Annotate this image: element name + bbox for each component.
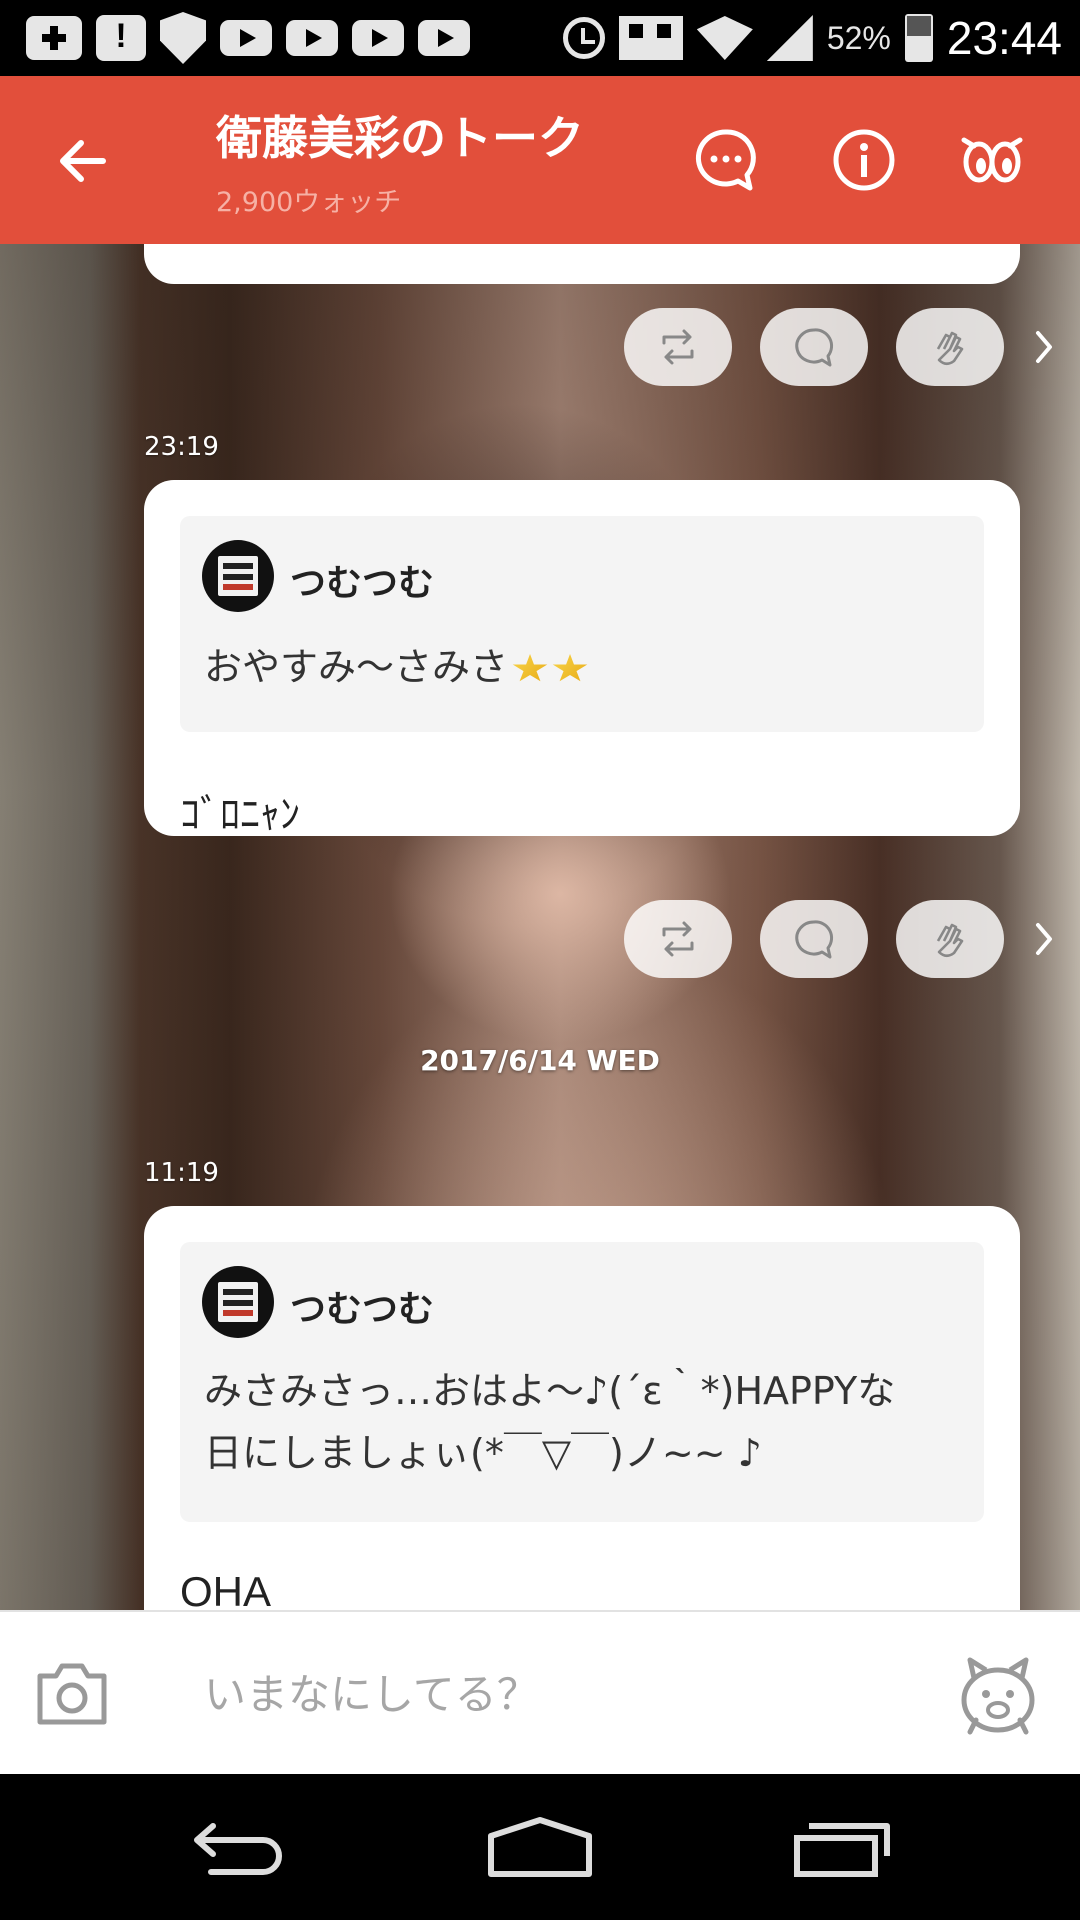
logo-icon: [218, 556, 258, 596]
clock: 23:44: [946, 12, 1062, 64]
avatar[interactable]: [202, 540, 274, 612]
battery-percent: 52%: [826, 19, 891, 56]
quote-text-line: みさみさっ…おはよ〜♪(´ε｀*)HAPPYな: [204, 1369, 896, 1413]
notification-icons: [26, 12, 470, 64]
nav-home-button[interactable]: [480, 1802, 600, 1892]
comment-text: ｺﾞﾛﾆｬﾝ: [180, 792, 300, 838]
message-card[interactable]: つむつむ おやすみ〜さみさ ｺﾞﾛﾆｬﾝ: [144, 480, 1020, 838]
recents-icon: [794, 1823, 890, 1877]
wifi-icon: [696, 16, 753, 60]
cheer-button[interactable]: [896, 308, 1004, 386]
repost-icon: [662, 329, 694, 365]
watch-button[interactable]: [958, 126, 1026, 194]
comment-text: OHA: [180, 1568, 272, 1610]
info-icon: [833, 129, 895, 191]
quote-text-row: おやすみ〜さみさ: [204, 636, 588, 698]
retalk-button[interactable]: [624, 900, 732, 978]
message-card[interactable]: つむつむ みさみさっ…おはよ〜♪(´ε｀*)HAPPYな 日にしましょぃ(*￣▽…: [144, 1206, 1020, 1610]
back-arrow-icon: [194, 1823, 282, 1875]
speech-bubble-dots-icon: [695, 129, 756, 191]
comment-button[interactable]: [760, 308, 868, 386]
quoted-post[interactable]: つむつむ みさみさっ…おはよ〜♪(´ε｀*)HAPPYな 日にしましょぃ(*￣▽…: [180, 1242, 984, 1522]
bear-sticker-icon[interactable]: [956, 1652, 1040, 1736]
watch-count: 2,900ウォッチ: [216, 187, 402, 218]
more-button[interactable]: [1032, 327, 1056, 367]
shield-icon: [160, 12, 206, 64]
chevron-right-icon: [1036, 331, 1052, 363]
more-button[interactable]: [1032, 919, 1056, 959]
youtube-icon: [220, 20, 272, 56]
compose-bar: [0, 1610, 1080, 1774]
quoted-post[interactable]: つむつむ おやすみ〜さみさ: [180, 516, 984, 732]
retalk-button[interactable]: [624, 308, 732, 386]
quote-text-line: 日にしましょぃ(*￣▽￣)ノ~~ ♪: [204, 1431, 762, 1475]
message-time: 23:19: [144, 432, 219, 462]
comment-button[interactable]: [760, 900, 868, 978]
eyes-icon: [961, 137, 1023, 183]
youtube-icon: [418, 20, 470, 56]
page-title: 衛藤美彩のトーク: [216, 111, 584, 165]
chat-timeline[interactable]: 23:19 つむつむ おやすみ〜さみさ ｺﾞﾛﾆｬﾝ 2017/6/14 WED…: [0, 244, 1080, 1610]
avatar[interactable]: [202, 1266, 274, 1338]
home-icon: [488, 1817, 592, 1877]
back-button[interactable]: [40, 118, 126, 204]
comments-button[interactable]: [692, 126, 760, 194]
speech-bubble-icon: [795, 328, 834, 367]
message-actions: [624, 308, 1056, 386]
system-nav-bar: [0, 1774, 1080, 1920]
shooting-star-icon: [552, 654, 588, 682]
message-card: [144, 244, 1020, 284]
clap-icon: [936, 331, 964, 366]
date-separator: 2017/6/14 WED: [420, 1044, 660, 1077]
message-time: 11:19: [144, 1158, 219, 1188]
cheer-button[interactable]: [896, 900, 1004, 978]
info-button[interactable]: [830, 126, 898, 194]
youtube-icon: [286, 20, 338, 56]
compose-input[interactable]: [204, 1662, 924, 1726]
add-notification-icon: [26, 16, 82, 60]
quote-text: おやすみ〜さみさ: [204, 645, 509, 689]
quote-author: つむつむ: [290, 1289, 435, 1330]
signal-icon: [766, 15, 813, 61]
alert-notification-icon: [96, 15, 146, 61]
message-actions: [624, 900, 1056, 978]
repost-icon: [662, 921, 694, 957]
battery-icon: [904, 14, 933, 62]
nav-recents-button[interactable]: [782, 1802, 902, 1892]
sim-icon: [618, 16, 683, 60]
status-bar: 52% 23:44: [0, 0, 1080, 76]
youtube-icon: [352, 20, 404, 56]
clap-icon: [936, 923, 964, 958]
nav-back-button[interactable]: [178, 1802, 298, 1892]
quote-author: つむつむ: [290, 563, 435, 604]
app-header: 衛藤美彩のトーク 2,900ウォッチ: [0, 76, 1080, 244]
logo-icon: [218, 1282, 258, 1322]
arrow-left-icon: [60, 140, 106, 182]
chevron-right-icon: [1036, 923, 1052, 955]
alarm-icon: [562, 17, 605, 59]
camera-icon[interactable]: [34, 1656, 110, 1732]
shooting-star-icon: [512, 654, 548, 682]
speech-bubble-icon: [795, 920, 834, 959]
